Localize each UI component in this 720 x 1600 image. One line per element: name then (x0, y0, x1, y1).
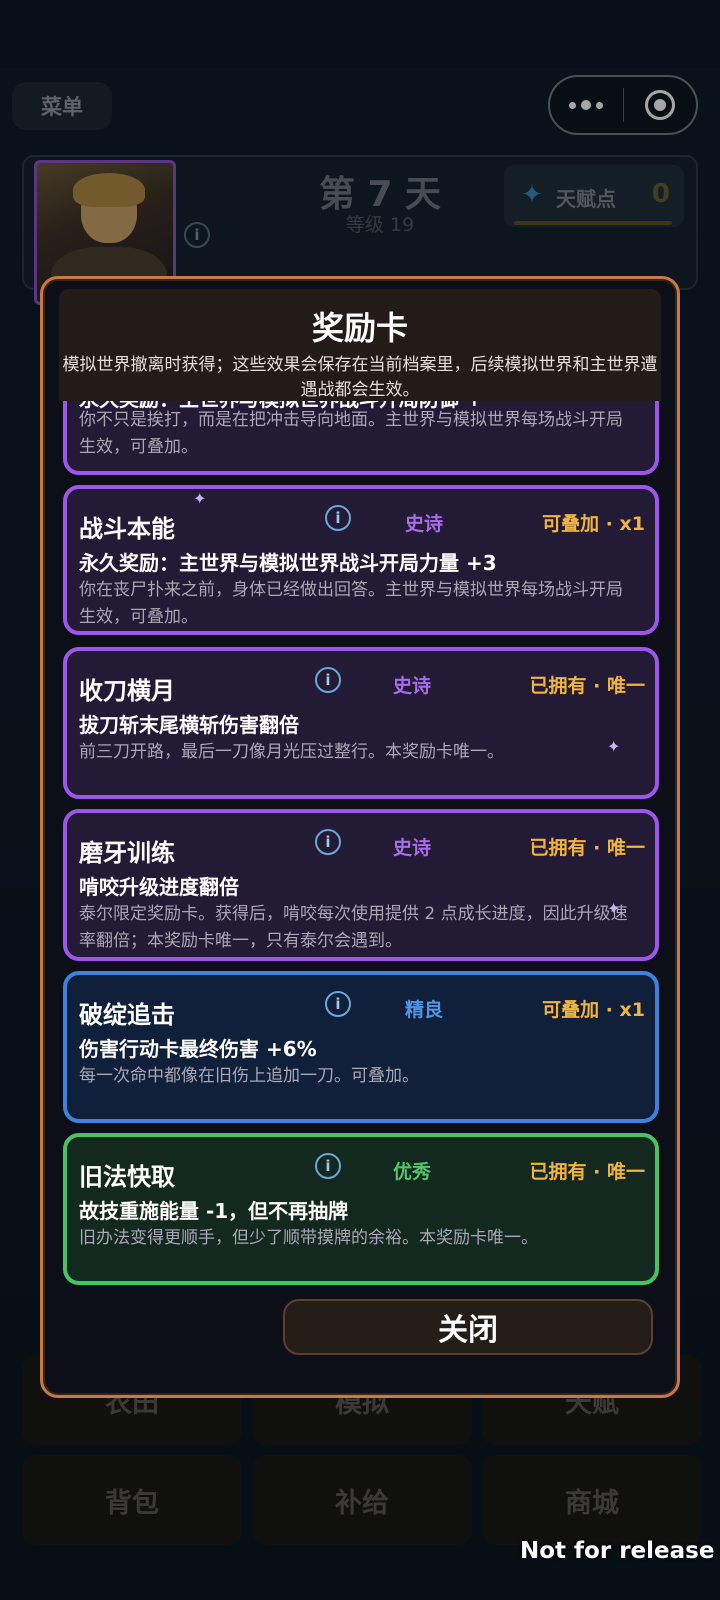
reward-card[interactable]: 战斗本能 i 史诗 可叠加 · x1 永久奖励：主世界与模拟世界战斗开局力量 +… (63, 485, 659, 635)
reward-card[interactable]: 收刀横月 i 史诗 已拥有 · 唯一 拔刀斩末尾横斩伤害翻倍 前三刀开路，最后一… (63, 647, 659, 799)
card-text: 旧办法变得更顺手，但少了顺带摸牌的余裕。本奖励卡唯一。 (79, 1228, 538, 1248)
card-name: 磨牙训练 (79, 839, 175, 867)
watermark: Not for release (520, 1538, 715, 1564)
card-text: 泰尔限定奖励卡。获得后，啃咬每次使用提供 2 点成长进度，因此升级速率翻倍；本奖… (79, 904, 628, 951)
modal-header: 奖励卡 模拟世界撤离时获得；这些效果会保存在当前档案里，后续模拟世界和主世界遭遇… (59, 289, 661, 401)
card-name: 破绽追击 (79, 1001, 175, 1029)
card-effect: 故技重施能量 -1，但不再抽牌 (79, 1199, 349, 1223)
modal-description: 模拟世界撤离时获得；这些效果会保存在当前档案里，后续模拟世界和主世界遭遇战都会生… (62, 355, 658, 400)
card-rarity: 优秀 (393, 1161, 432, 1183)
card-text: 你不只是挨打，而是在把冲击导向地面。主世界与模拟世界每场战斗开局生效，可叠加。 (79, 410, 623, 457)
reward-card[interactable]: 破绽追击 i 精良 可叠加 · x1 伤害行动卡最终伤害 +6% 每一次命中都像… (63, 971, 659, 1123)
card-effect: 永久奖励：主世界与模拟世界战斗开局力量 +3 (79, 551, 497, 575)
card-info-icon[interactable]: i (315, 829, 341, 855)
card-name: 旧法快取 (79, 1163, 175, 1191)
card-info-icon[interactable]: i (325, 505, 351, 531)
card-name: 战斗本能 (79, 515, 175, 543)
close-button[interactable]: 关闭 (283, 1299, 653, 1355)
card-status: 已拥有 · 唯一 (529, 675, 645, 697)
sparkle-icon: ✦ (607, 899, 621, 918)
card-text: 每一次命中都像在旧伤上追加一刀。可叠加。 (79, 1066, 419, 1086)
card-status: 已拥有 · 唯一 (529, 837, 645, 859)
card-status: 可叠加 · x1 (542, 513, 645, 535)
card-effect: 伤害行动卡最终伤害 +6% (79, 1037, 317, 1061)
card-text: 你在丧尸扑来之前，身体已经做出回答。主世界与模拟世界每场战斗开局生效，可叠加。 (79, 580, 623, 627)
card-rarity: 精良 (405, 999, 444, 1021)
card-info-icon[interactable]: i (315, 667, 341, 693)
card-rarity: 史诗 (393, 837, 432, 859)
status-bar (0, 0, 720, 68)
card-status: 已拥有 · 唯一 (529, 1161, 645, 1183)
card-text: 前三刀开路，最后一刀像月光压过整行。本奖励卡唯一。 (79, 742, 504, 762)
sparkle-icon: ✦ (193, 489, 207, 508)
sparkle-icon: ✦ (607, 737, 621, 756)
card-name: 收刀横月 (79, 677, 175, 705)
card-info-icon[interactable]: i (315, 1153, 341, 1179)
reward-card[interactable]: 磨牙训练 i 史诗 已拥有 · 唯一 啃咬升级进度翻倍 泰尔限定奖励卡。获得后，… (63, 809, 659, 961)
reward-card-modal: 奖励卡 模拟世界撤离时获得；这些效果会保存在当前档案里，后续模拟世界和主世界遭遇… (40, 276, 680, 1398)
modal-title: 奖励卡 (311, 309, 408, 347)
card-status: 可叠加 · x1 (542, 999, 645, 1021)
card-effect: 啃咬升级进度翻倍 (79, 875, 239, 899)
card-effect: 拔刀斩末尾横斩伤害翻倍 (79, 713, 299, 737)
card-rarity: 史诗 (393, 675, 432, 697)
card-info-icon[interactable]: i (325, 991, 351, 1017)
reward-card[interactable]: 旧法快取 i 优秀 已拥有 · 唯一 故技重施能量 -1，但不再抽牌 旧办法变得… (63, 1133, 659, 1285)
card-rarity: 史诗 (405, 513, 444, 535)
